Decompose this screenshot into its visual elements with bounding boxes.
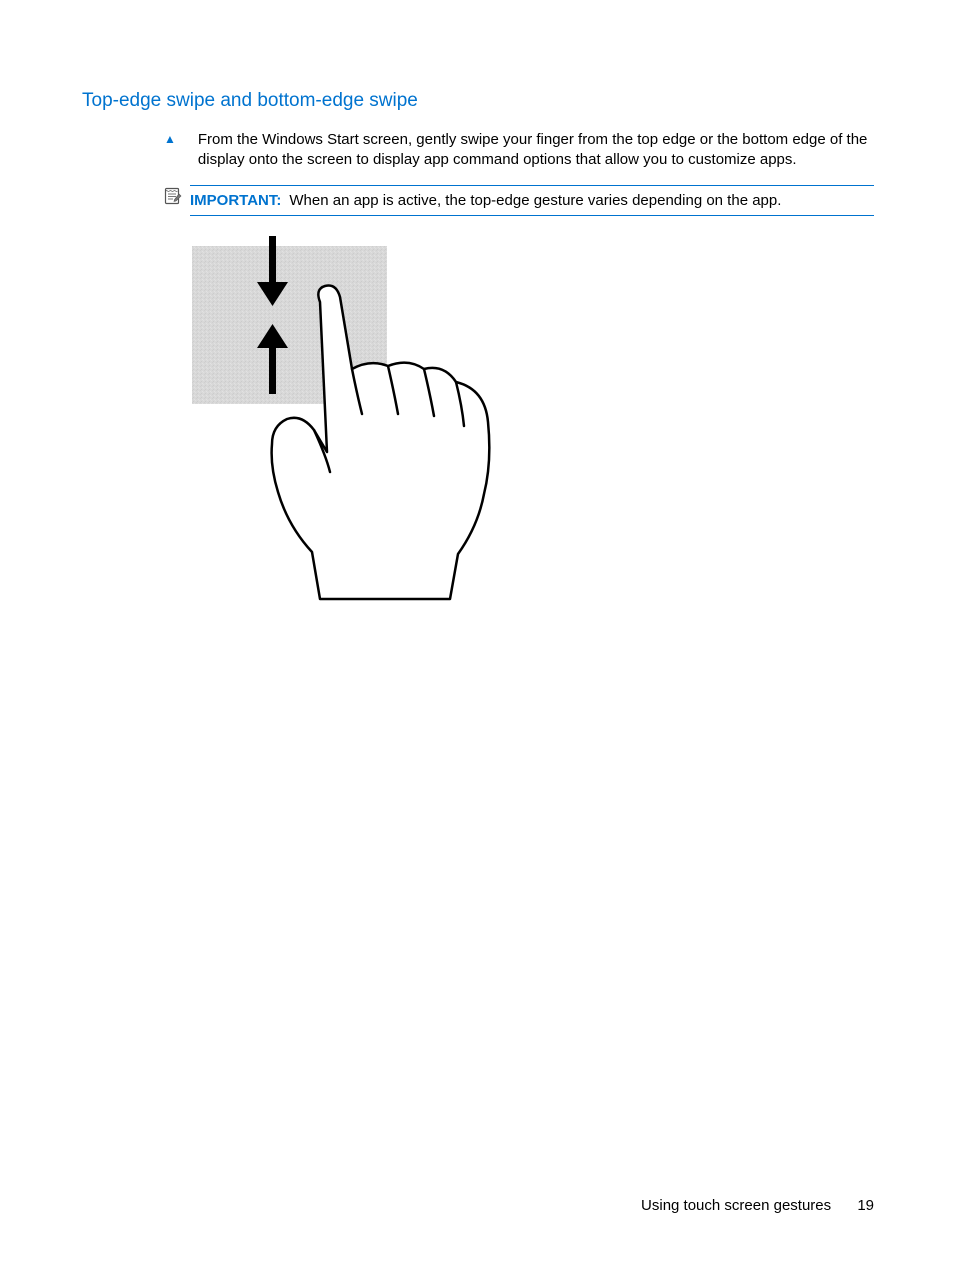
note-text: When an app is active, the top-edge gest… (289, 192, 781, 209)
footer-section-title: Using touch screen gestures (641, 1197, 831, 1214)
triangle-bullet-icon: ▲ (164, 132, 176, 146)
page-footer: Using touch screen gestures 19 (641, 1197, 874, 1214)
note-pencil-icon (164, 187, 182, 205)
gesture-illustration (192, 234, 874, 609)
note-label: IMPORTANT: (190, 192, 281, 209)
footer-page-number: 19 (857, 1197, 874, 1214)
important-note-block: IMPORTANT: When an app is active, the top… (164, 185, 874, 217)
instruction-text: From the Windows Start screen, gently sw… (198, 130, 874, 171)
section-heading: Top-edge swipe and bottom-edge swipe (82, 90, 874, 112)
instruction-block: ▲ From the Windows Start screen, gently … (164, 130, 874, 171)
